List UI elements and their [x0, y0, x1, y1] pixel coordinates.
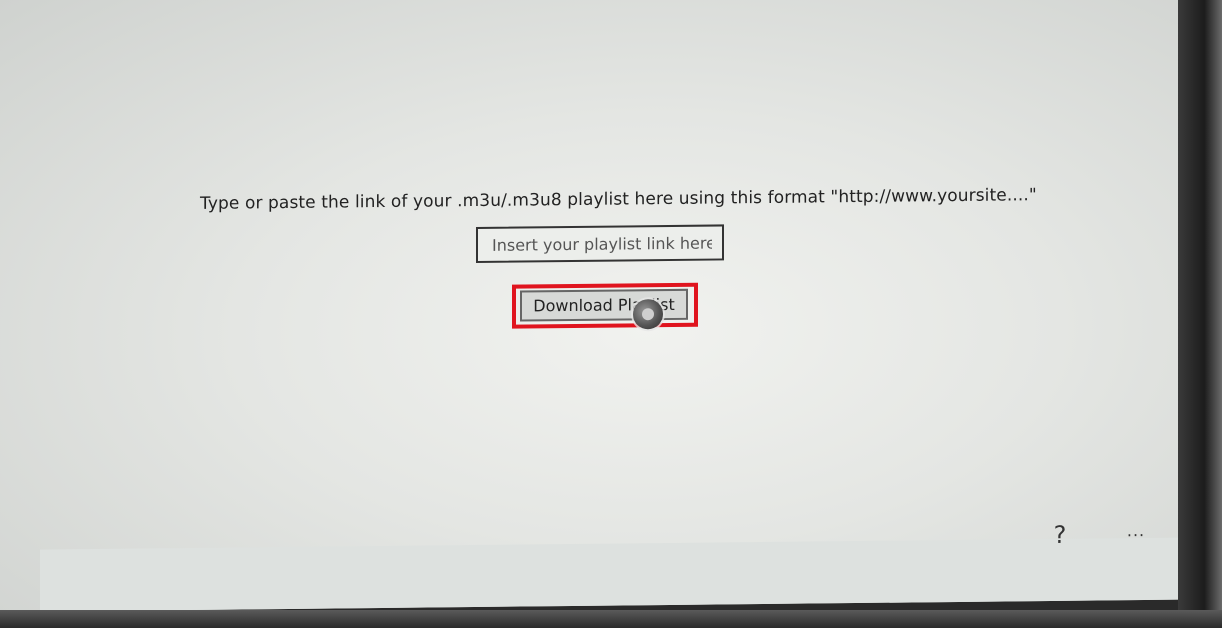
more-options-button[interactable]: ... [1122, 518, 1150, 542]
bottom-app-bar [40, 537, 1178, 612]
download-playlist-button[interactable]: Download Playlist [520, 288, 688, 322]
tv-bezel-right [1178, 0, 1222, 628]
busy-cursor-center [642, 308, 654, 321]
tv-photo-frame: Type or paste the link of your .m3u/.m3u… [0, 0, 1222, 628]
tv-bezel-bottom [0, 610, 1222, 628]
playlist-link-input[interactable] [476, 224, 724, 264]
help-button[interactable]: ? [1046, 519, 1074, 551]
app-screen: Type or paste the link of your .m3u/.m3u… [0, 0, 1178, 612]
instruction-text: Type or paste the link of your .m3u/.m3u… [200, 185, 1037, 214]
busy-cursor-icon [633, 299, 663, 330]
